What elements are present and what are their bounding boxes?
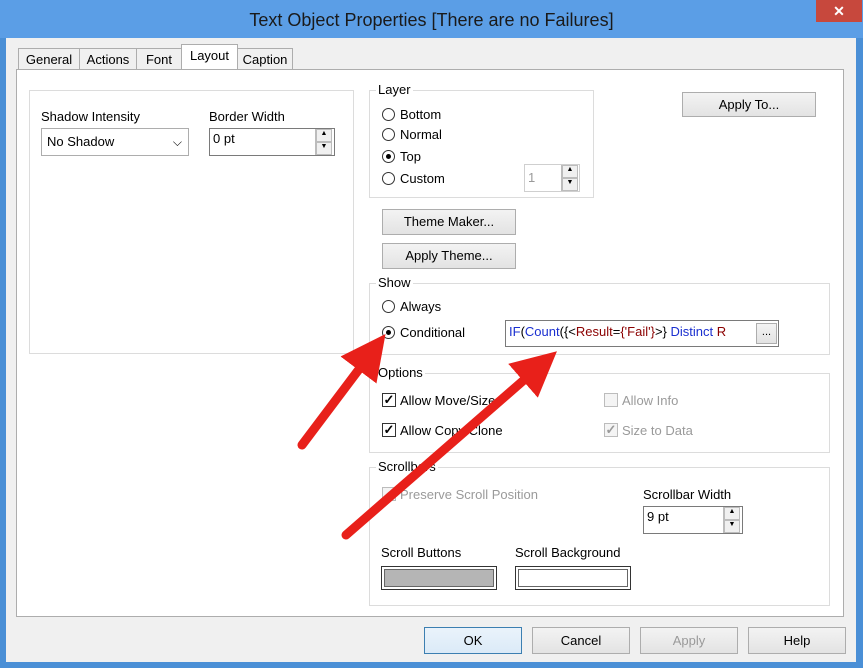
expr-keyword: Distinct xyxy=(670,324,714,339)
spin-up-icon[interactable]: ▲ xyxy=(316,129,332,142)
allow-info-checkbox[interactable] xyxy=(604,393,618,407)
close-button[interactable]: ✕ xyxy=(816,0,862,22)
apply-theme-button[interactable]: Apply Theme... xyxy=(382,243,516,269)
tab-caption[interactable]: Caption xyxy=(237,48,293,70)
chevron-down-icon: ⌵ xyxy=(172,135,182,149)
allow-move-label: Allow Move/Size xyxy=(400,393,496,408)
show-legend: Show xyxy=(376,275,413,290)
scroll-buttons-color-button[interactable] xyxy=(381,566,497,590)
custom-layer-value: 1 xyxy=(528,170,536,185)
shadow-intensity-value: No Shadow xyxy=(47,134,115,149)
shadow-intensity-label: Shadow Intensity xyxy=(41,109,141,124)
tab-actions[interactable]: Actions xyxy=(79,48,137,70)
window-title: Text Object Properties [There are no Fai… xyxy=(249,10,614,30)
preserve-scroll-label: Preserve Scroll Position xyxy=(400,487,538,502)
expr-fn-if: IF xyxy=(509,324,521,339)
expr-tail: R xyxy=(713,324,727,339)
scrollbars-legend: Scrollbars xyxy=(376,459,438,474)
preserve-scroll-checkbox[interactable] xyxy=(382,487,396,501)
scrollbar-width-label: Scrollbar Width xyxy=(643,487,732,502)
expr-fn-count: Count xyxy=(524,324,560,339)
tab-general[interactable]: General xyxy=(18,48,80,70)
tab-font[interactable]: Font xyxy=(136,48,182,70)
custom-layer-spinner[interactable]: ▲ ▼ xyxy=(561,165,578,191)
theme-maker-button[interactable]: Theme Maker... xyxy=(382,209,516,235)
allow-move-checkbox[interactable]: ✓ xyxy=(382,393,396,407)
allow-copy-checkbox[interactable]: ✓ xyxy=(382,423,396,437)
expr-field: Result xyxy=(575,324,613,339)
cancel-button[interactable]: Cancel xyxy=(532,627,630,654)
size-to-data-checkbox[interactable]: ✓ xyxy=(604,423,618,437)
expr-string: {'Fail'} xyxy=(620,324,655,339)
allow-info-label: Allow Info xyxy=(622,393,679,408)
layer-legend: Layer xyxy=(376,82,413,97)
radio-custom-label: Custom xyxy=(400,171,445,186)
expr-set-open: ({< xyxy=(559,324,576,339)
scrollbar-width-spinner[interactable]: ▲ ▼ xyxy=(723,507,740,533)
allow-copy-label: Allow Copy/Clone xyxy=(400,423,503,438)
tab-layout[interactable]: Layout xyxy=(181,44,238,71)
scrollbar-width-value: 9 pt xyxy=(647,509,669,524)
expr-set-close: >} xyxy=(654,324,671,339)
spin-down-icon[interactable]: ▼ xyxy=(562,178,578,191)
ok-button[interactable]: OK xyxy=(424,627,522,654)
spin-down-icon[interactable]: ▼ xyxy=(724,520,740,533)
condition-expression-field[interactable]: IF(Count({<Result={'Fail'}>} Distinct R xyxy=(505,320,779,347)
radio-custom[interactable] xyxy=(382,172,395,185)
radio-normal[interactable] xyxy=(382,128,395,141)
shadow-intensity-select[interactable]: No Shadow ⌵ xyxy=(41,128,189,156)
options-group xyxy=(369,373,830,453)
radio-bottom-label: Bottom xyxy=(400,107,442,122)
spin-up-icon[interactable]: ▲ xyxy=(724,507,740,520)
apply-button[interactable]: Apply xyxy=(640,627,738,654)
radio-conditional[interactable] xyxy=(382,326,395,339)
size-to-data-label: Size to Data xyxy=(622,423,693,438)
scroll-buttons-label: Scroll Buttons xyxy=(381,545,462,560)
radio-bottom[interactable] xyxy=(382,108,395,121)
radio-top[interactable] xyxy=(382,150,395,163)
border-width-label: Border Width xyxy=(209,109,285,124)
title-bar: Text Object Properties [There are no Fai… xyxy=(0,0,863,38)
scroll-background-label: Scroll Background xyxy=(515,545,621,560)
expression-edit-button[interactable]: ... xyxy=(756,323,777,344)
spin-up-icon[interactable]: ▲ xyxy=(562,165,578,178)
radio-always[interactable] xyxy=(382,300,395,313)
scroll-background-color-swatch xyxy=(518,569,628,587)
apply-to-button[interactable]: Apply To... xyxy=(682,92,816,117)
scroll-background-color-button[interactable] xyxy=(515,566,631,590)
border-width-value: 0 pt xyxy=(213,131,235,146)
border-width-spinner[interactable]: ▲ ▼ xyxy=(315,129,332,155)
help-button[interactable]: Help xyxy=(748,627,846,654)
radio-normal-label: Normal xyxy=(400,127,442,142)
scroll-buttons-color-swatch xyxy=(384,569,494,587)
radio-always-label: Always xyxy=(400,299,442,314)
radio-top-label: Top xyxy=(400,149,421,164)
options-legend: Options xyxy=(376,365,425,380)
radio-conditional-label: Conditional xyxy=(400,325,466,340)
spin-down-icon[interactable]: ▼ xyxy=(316,142,332,155)
